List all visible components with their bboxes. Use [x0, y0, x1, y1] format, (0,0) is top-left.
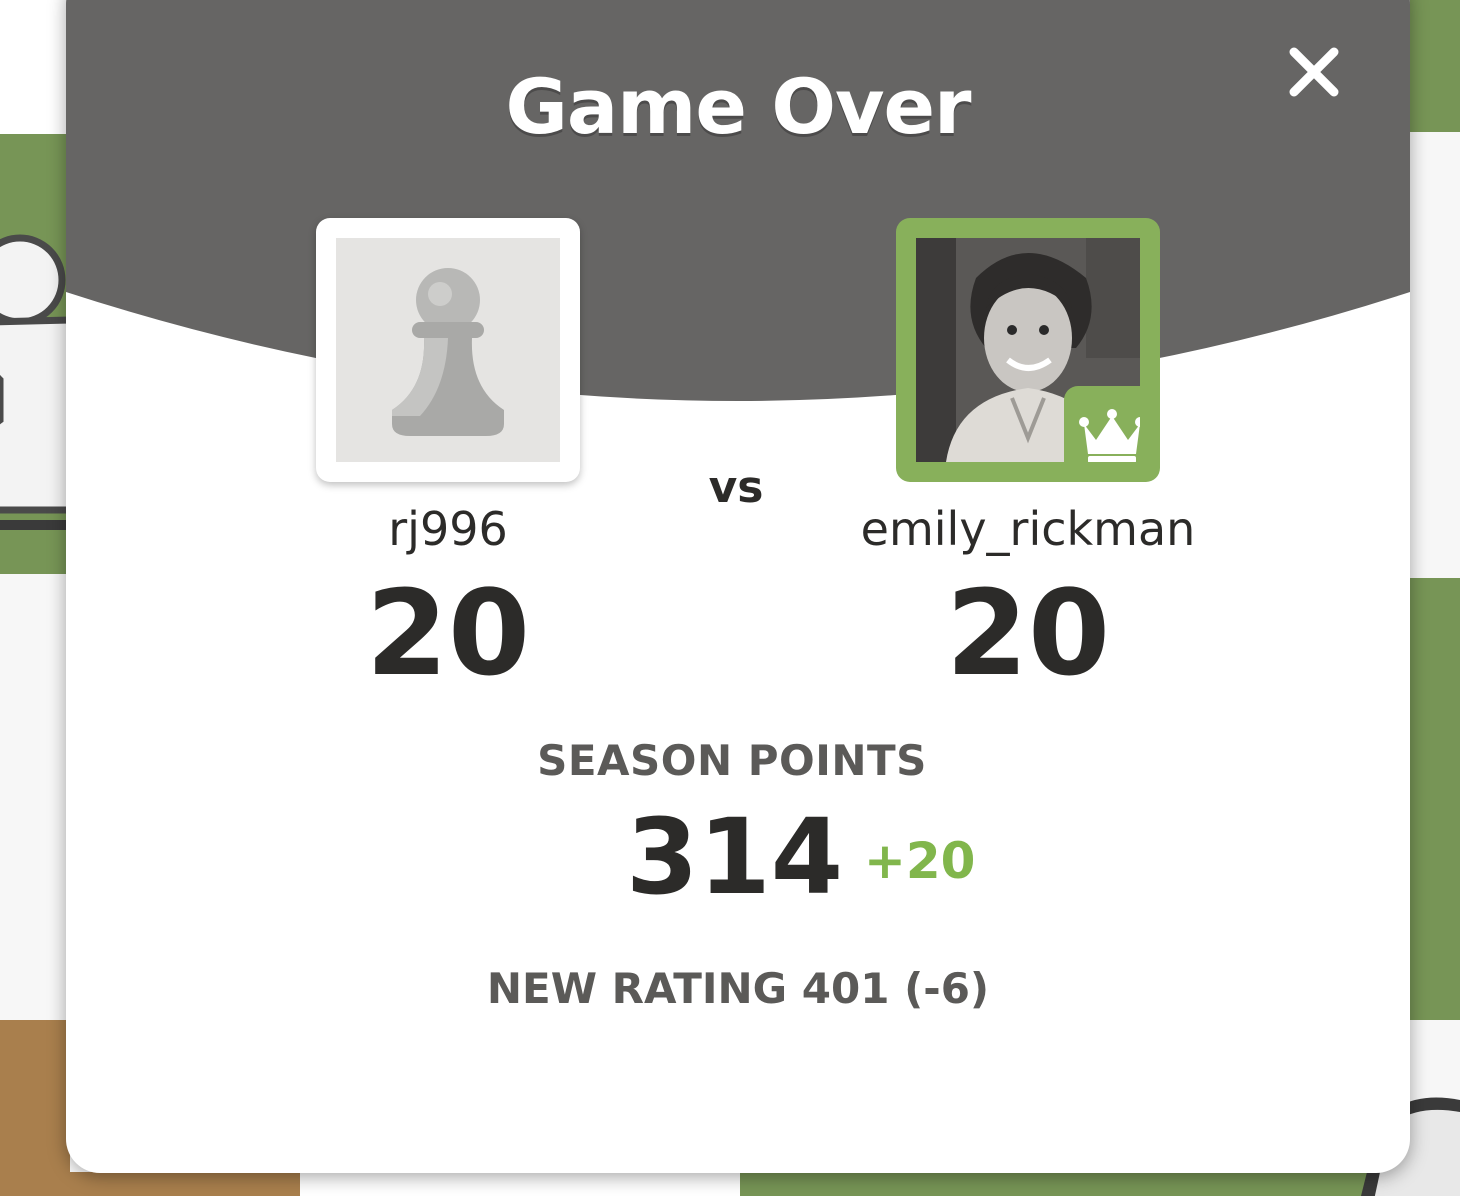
player-left-score: 20 — [365, 564, 531, 702]
close-icon[interactable] — [1282, 40, 1346, 104]
pawn-icon — [392, 268, 504, 436]
background-pawn-icon — [0, 234, 70, 514]
player-left-username[interactable]: rj996 — [248, 502, 648, 556]
crown-icon — [1079, 409, 1140, 462]
new-rating-text: NEW RATING 401 (-6) — [486, 964, 990, 1013]
player-right-avatar[interactable] — [896, 218, 1160, 482]
board-edge — [0, 520, 70, 530]
board-square — [0, 1020, 70, 1196]
game-over-modal: Game Over vs rj996 emily_rickman 20 20 S… — [66, 0, 1410, 1173]
player-left-avatar[interactable] — [316, 218, 580, 482]
vs-label: vs — [708, 462, 764, 513]
season-points-label: SEASON POINTS — [537, 736, 927, 785]
player-right-score: 20 — [945, 564, 1111, 702]
player-right-username[interactable]: emily_rickman — [798, 502, 1258, 556]
premium-badge — [1064, 386, 1140, 462]
board-square — [740, 1172, 1420, 1196]
modal-title: Game Over — [505, 62, 971, 151]
season-points-delta: +20 — [864, 832, 976, 890]
season-points-value: 314 — [626, 796, 844, 918]
avatar-placeholder — [336, 238, 560, 462]
board-square — [0, 1172, 300, 1196]
board-square — [0, 574, 70, 1020]
user-photo — [916, 238, 1140, 462]
close-button[interactable] — [1282, 40, 1346, 104]
